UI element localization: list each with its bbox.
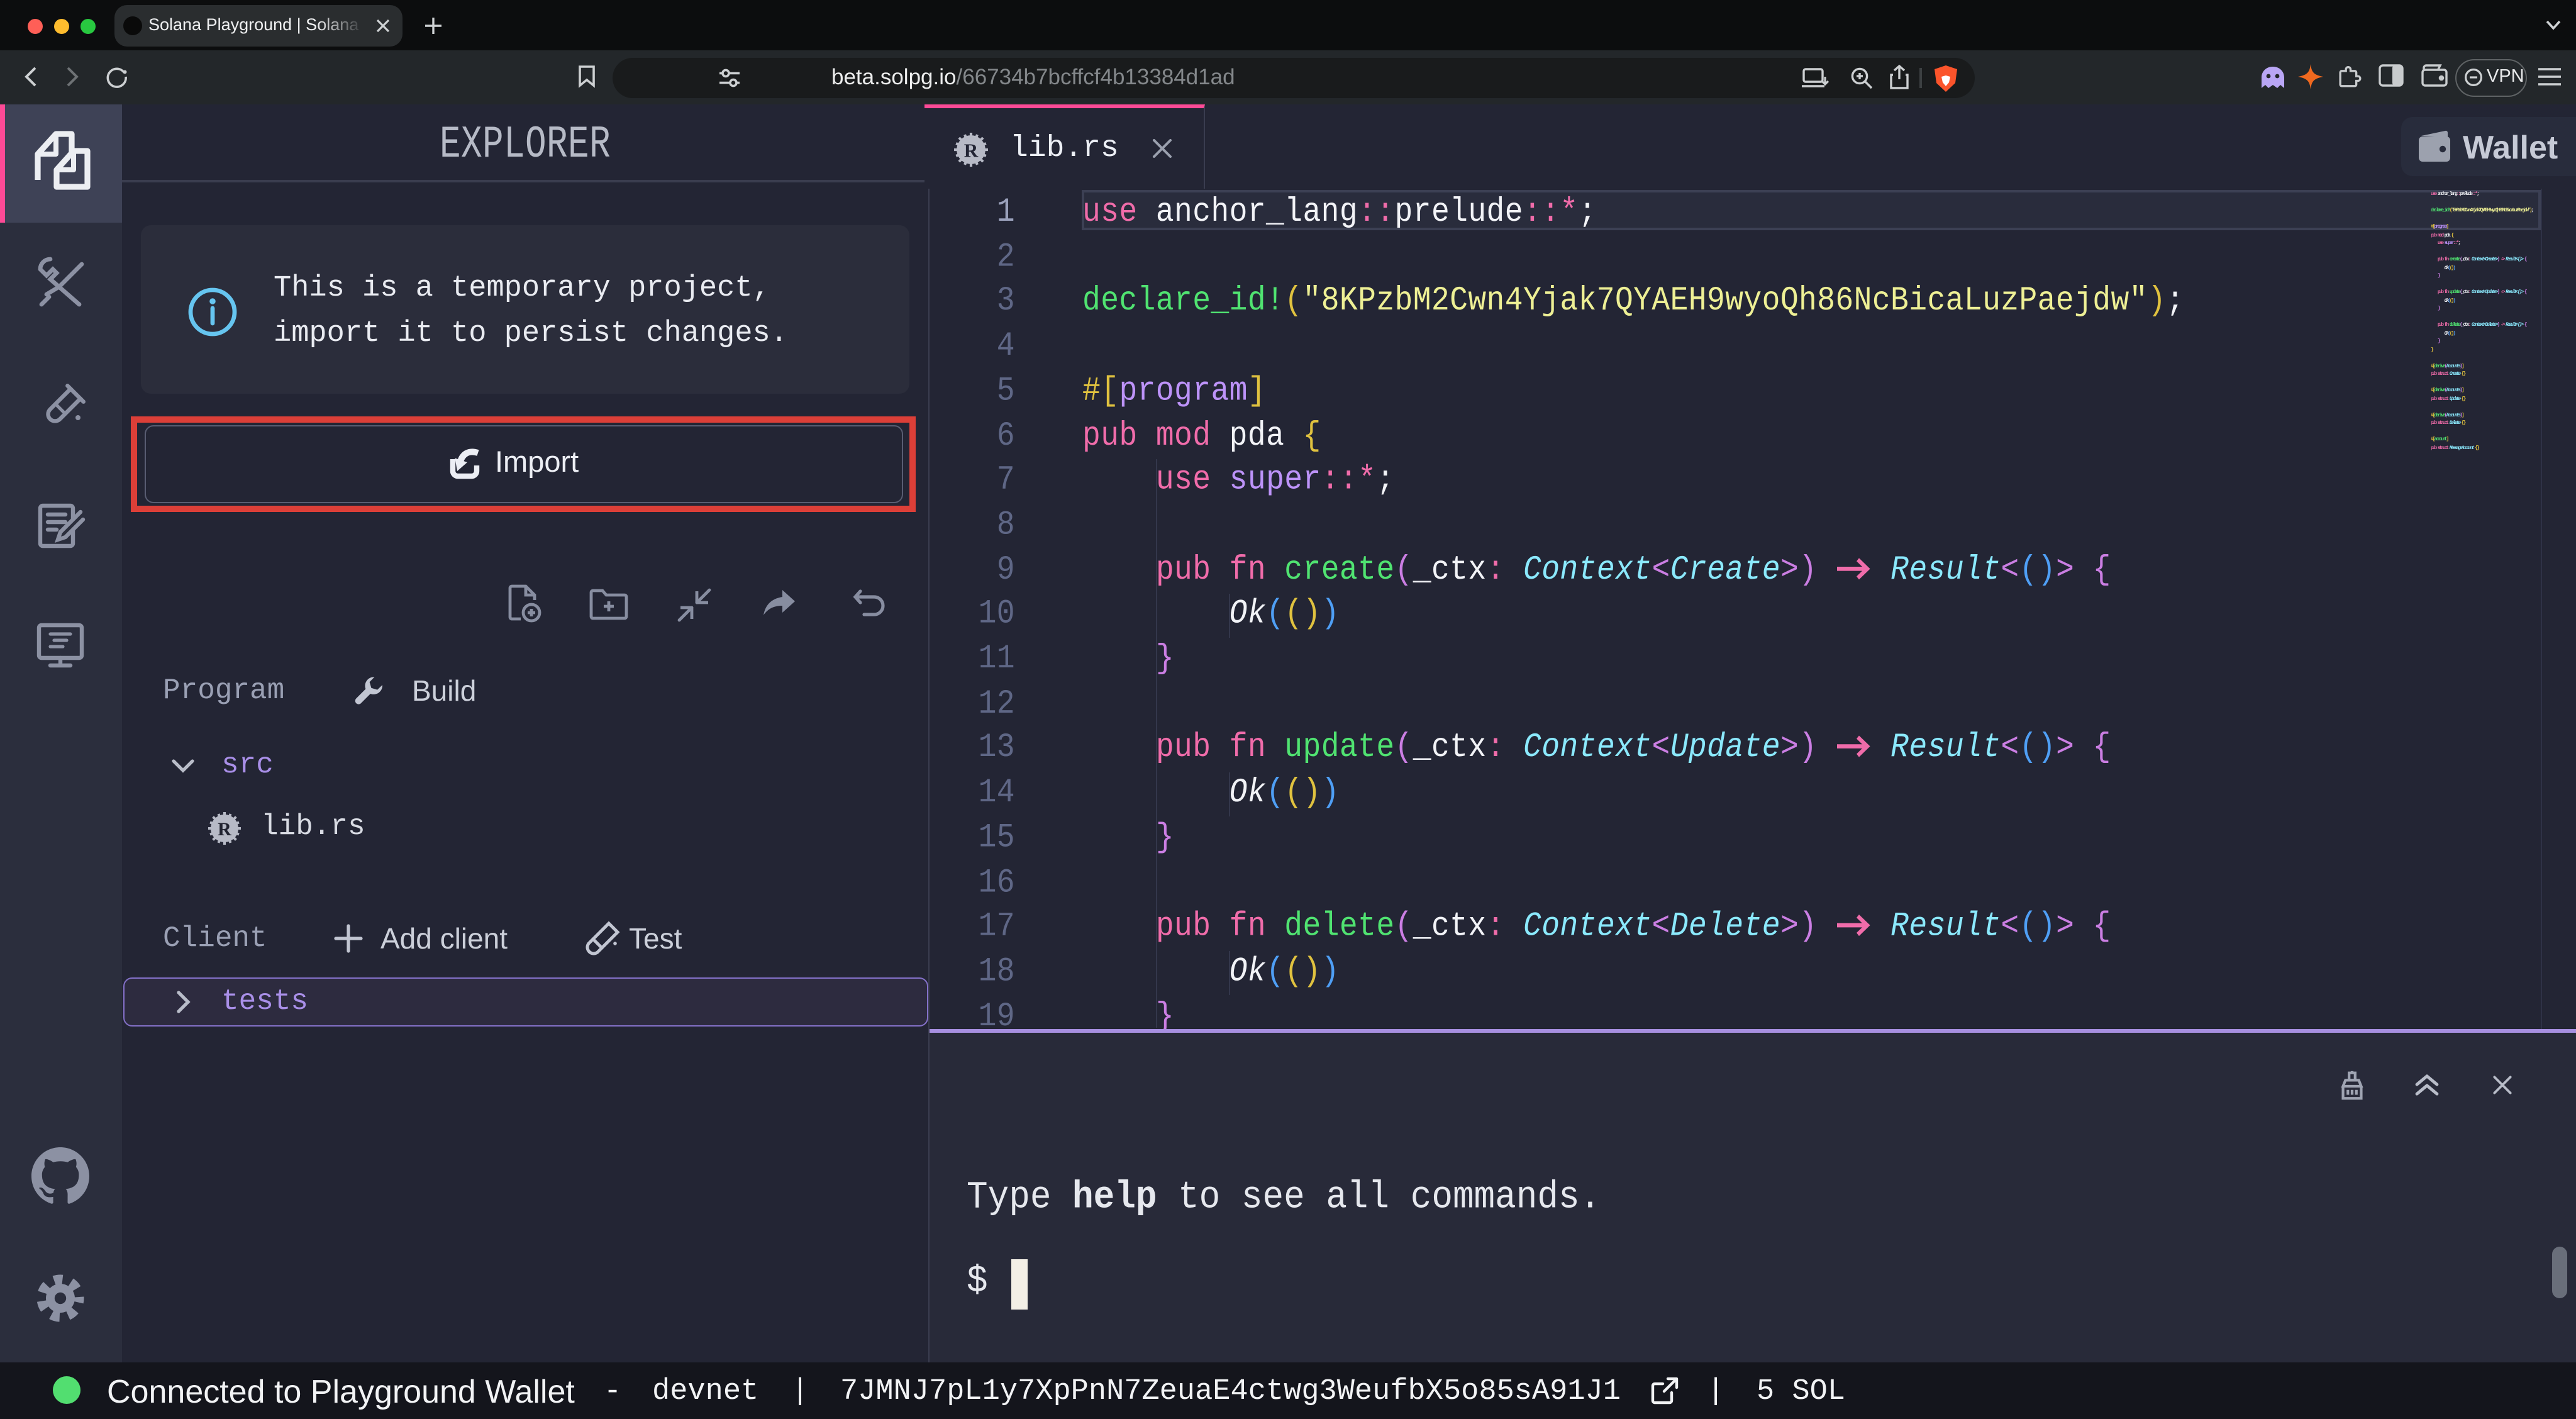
svg-text:R: R xyxy=(964,138,979,160)
svg-text:R: R xyxy=(218,818,231,839)
